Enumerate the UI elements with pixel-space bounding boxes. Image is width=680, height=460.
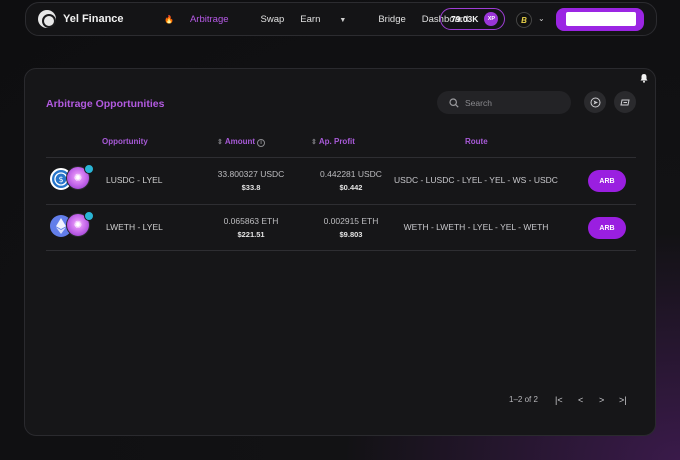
nav-item-swap[interactable]: Swap xyxy=(261,14,285,25)
pair-label: LUSDC - LYEL xyxy=(106,175,163,185)
divider xyxy=(46,250,636,251)
pair-label: LWETH - LYEL xyxy=(106,222,163,232)
arb-button[interactable]: ARB xyxy=(588,170,626,192)
column-opportunity: Opportunity xyxy=(102,137,148,146)
send-button[interactable] xyxy=(584,91,606,113)
prev-page-icon[interactable]: < xyxy=(578,395,583,405)
info-icon[interactable]: i xyxy=(257,139,266,147)
column-label: Amount xyxy=(224,137,256,146)
search-box[interactable] xyxy=(437,91,571,114)
search-icon xyxy=(449,97,459,108)
amount-usd: $33.8 xyxy=(241,183,261,192)
brand-logo[interactable]: Yel Finance xyxy=(38,10,124,28)
sort-icon: ⇕ xyxy=(217,139,223,146)
chevron-down-icon[interactable]: ⌄ xyxy=(538,14,545,23)
route-label: WETH - LWETH - LYEL - YEL - WETH xyxy=(403,222,549,232)
table-row: $ ✺ LUSDC - LYEL 33.800327 USDC $33.8 0.… xyxy=(46,158,636,204)
nav-item-bridge[interactable]: Bridge xyxy=(378,14,405,25)
amount-cell: 33.800327 USDC $33.8 xyxy=(206,169,296,192)
sort-icon: ⇕ xyxy=(311,139,317,146)
amount-value: 0.065863 ETH xyxy=(223,216,279,226)
search-input[interactable] xyxy=(465,97,555,108)
svg-text:$: $ xyxy=(58,175,63,184)
nav-label: Arbitrage xyxy=(189,14,229,25)
arb-button[interactable]: ARB xyxy=(588,217,626,239)
amount-cell: 0.065863 ETH $221.51 xyxy=(206,216,296,239)
bridge-button[interactable] xyxy=(614,91,636,113)
nav-label: Earn xyxy=(300,14,321,25)
column-label: Ap. Profit xyxy=(318,137,355,146)
nav-item-arbitrage[interactable]: 🔥 Arbitrage xyxy=(164,14,245,25)
xp-points-button[interactable]: 79.03K XP xyxy=(440,8,505,30)
send-icon xyxy=(590,97,600,107)
amount-value: 33.800327 USDC xyxy=(217,169,285,179)
xp-value: 79.03K xyxy=(451,14,479,24)
profit-value: 0.442281 USDC xyxy=(320,169,382,179)
chain-badge-icon xyxy=(84,211,94,221)
last-page-icon[interactable]: >| xyxy=(619,395,627,405)
fire-icon: 🔥 xyxy=(164,15,174,24)
nav-item-earn[interactable]: Earn ▼ xyxy=(300,14,362,25)
pagination-info: 1–2 of 2 xyxy=(509,395,538,404)
top-navbar: Yel Finance 🔥 Arbitrage Swap Earn ▼ Bridge… xyxy=(25,2,657,36)
main-nav: 🔥 Arbitrage Swap Earn ▼ Bridge Dashboard xyxy=(164,14,484,25)
column-route: Route xyxy=(465,137,488,146)
profit-value: 0.002915 ETH xyxy=(323,216,379,226)
chain-selector-icon[interactable]: B xyxy=(516,12,532,28)
chevron-down-icon: ▼ xyxy=(339,17,347,24)
amount-usd: $221.51 xyxy=(237,230,265,239)
arbitrage-panel: Arbitrage Opportunities Opportunity ⇕Amo… xyxy=(24,68,656,436)
table-row: ✺ LWETH - LYEL 0.065863 ETH $221.51 0.00… xyxy=(46,205,636,251)
wallet-button[interactable] xyxy=(556,8,644,31)
brand-name: Yel Finance xyxy=(63,13,124,25)
bell-icon[interactable] xyxy=(639,73,649,83)
bridge-icon xyxy=(619,99,630,105)
page-title: Arbitrage Opportunities xyxy=(46,98,165,110)
chain-badge-icon xyxy=(84,164,94,174)
route-label: USDC - LUSDC - LYEL - YEL - WS - USDC xyxy=(394,175,558,185)
wallet-address-redacted xyxy=(566,12,636,26)
next-page-icon[interactable]: > xyxy=(599,395,604,405)
first-page-icon[interactable]: |< xyxy=(555,395,563,405)
yel-logo-icon xyxy=(38,10,56,28)
column-amount[interactable]: ⇕ Amount i xyxy=(217,137,266,147)
column-profit[interactable]: ⇕ Ap. Profit xyxy=(311,137,355,146)
xp-badge: XP xyxy=(484,12,499,26)
